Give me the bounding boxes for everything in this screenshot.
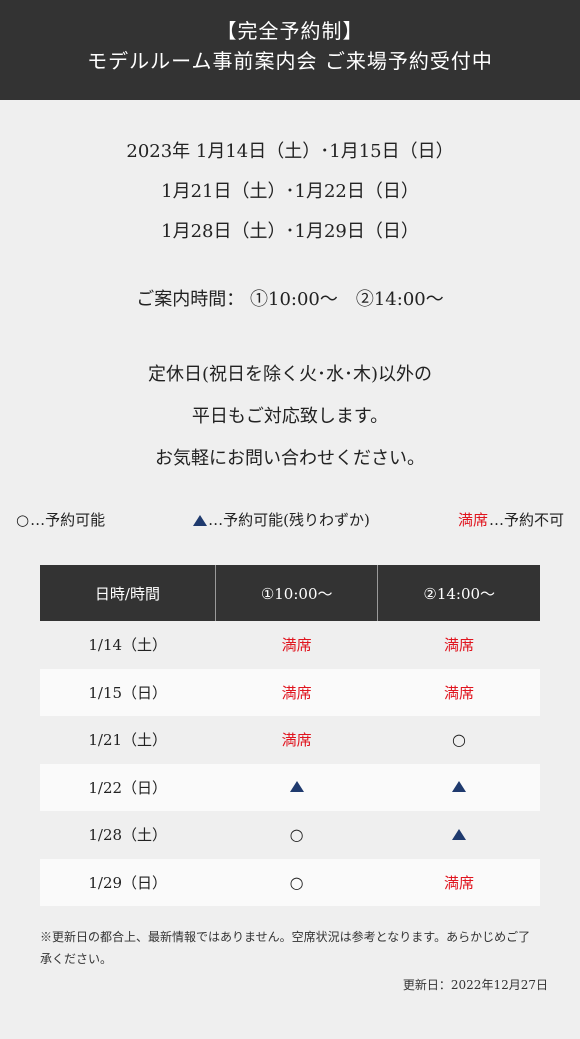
event-date-line: 1月28日（土）･1月29日（日） <box>161 221 419 242</box>
slot-cell-1: ○ <box>215 811 378 859</box>
circle-icon: ○ <box>16 511 30 529</box>
legend-full: 満席 …予約不可 <box>458 508 564 532</box>
row-date: 1/22（日） <box>40 763 216 811</box>
table-header-row: 日時/時間 ①10:00～ ②14:00～ <box>40 565 540 621</box>
slot-cell-1: 満席 <box>215 668 378 716</box>
full-badge: 満席 <box>443 873 474 892</box>
slot-cell-2: ○ <box>378 716 540 764</box>
circle-icon: ○ <box>451 730 466 750</box>
slot-cell-2 <box>378 811 540 859</box>
column-header-date: 日時/時間 <box>40 565 216 621</box>
legend-few-left: …予約可能(残りわずか) <box>193 508 370 532</box>
notice-line: 平日もご対応致します。 <box>191 406 389 427</box>
table-row: 1/29（日） ○ 満席 <box>40 858 540 906</box>
full-badge: 満席 <box>281 731 312 750</box>
triangle-icon <box>451 828 466 840</box>
header-title-line1: 【完全予約制】 <box>216 19 364 43</box>
slot-cell-2: 満席 <box>377 668 540 716</box>
legend-available: ○ …予約可能 <box>16 508 105 532</box>
table-row: 1/28（土） ○ <box>40 811 540 859</box>
circle-icon: ○ <box>289 872 304 892</box>
event-dates: 2023年 1月14日（土）･1月15日（日） 1月21日（土）･1月22日（日… <box>0 132 580 252</box>
event-date-line: 1月21日（土）･1月22日（日） <box>161 181 419 202</box>
disclaimer-note: ※更新日の都合上、最新情報ではありません。空席状況は参考となります。あらかじめご… <box>40 930 531 966</box>
full-badge: 満席 <box>443 636 474 655</box>
slot-cell-1: 満席 <box>215 716 378 764</box>
row-date: 1/29（日） <box>40 858 216 906</box>
full-badge: 満席 <box>281 636 312 655</box>
full-badge: 満席 <box>281 683 312 702</box>
event-date-line: 2023年 1月14日（土）･1月15日（日） <box>126 141 454 162</box>
triangle-icon <box>193 514 208 526</box>
full-badge: 満席 <box>443 683 474 702</box>
column-header-slot1: ①10:00～ <box>215 565 379 621</box>
reservation-table: 日時/時間 ①10:00～ ②14:00～ 1/14（土） 満席 満席 1/15（日）… <box>40 565 540 906</box>
circle-icon: ○ <box>289 825 304 845</box>
notice-line: 定休日(祝日を除く火･水･木)以外の <box>147 364 433 385</box>
guide-hours: ご案内時間： ①10:00～ ②14:00～ <box>136 289 444 310</box>
header-title-line2: モデルルーム事前案内会 ご来場予約受付中 <box>87 49 493 73</box>
table-row: 1/14（土） 満席 満席 <box>40 621 540 669</box>
slot-cell-1 <box>215 763 378 811</box>
slot-cell-1: ○ <box>215 858 378 906</box>
legend-few-left-label: …予約可能(残りわずか) <box>208 511 370 529</box>
row-date: 1/21（土） <box>88 731 168 750</box>
slot-cell-2: 満席 <box>377 858 540 906</box>
notice-line: お気軽にお問い合わせください。 <box>155 448 425 469</box>
updated-date: 更新日：2022年12月27日 <box>402 978 548 992</box>
table-row: 1/15（日） 満席 満席 <box>40 668 540 716</box>
page-header: 【完全予約制】 モデルルーム事前案内会 ご来場予約受付中 <box>0 0 580 100</box>
triangle-icon <box>289 781 304 793</box>
availability-legend: ○ …予約可能 …予約可能(残りわずか) 満席 …予約不可 <box>0 508 580 532</box>
full-badge: 満席 <box>457 511 488 529</box>
table-row: 1/22（日） <box>40 763 540 811</box>
row-date: 1/15（日） <box>40 668 216 716</box>
column-header-slot2: ②14:00～ <box>377 565 540 621</box>
triangle-icon <box>451 781 466 793</box>
slot-cell-2: 満席 <box>378 621 540 669</box>
slot-cell-1: 満席 <box>215 621 378 669</box>
row-date: 1/14（土） <box>88 636 168 655</box>
legend-full-label: …予約不可 <box>488 511 564 529</box>
slot-cell-2 <box>377 763 540 811</box>
weekday-notice: 定休日(祝日を除く火･水･木)以外の 平日もご対応致します。 お気軽にお問い合わ… <box>0 354 580 480</box>
legend-available-label: …予約可能 <box>30 511 106 529</box>
row-date: 1/28（土） <box>88 826 168 845</box>
table-row: 1/21（土） 満席 ○ <box>40 716 540 764</box>
